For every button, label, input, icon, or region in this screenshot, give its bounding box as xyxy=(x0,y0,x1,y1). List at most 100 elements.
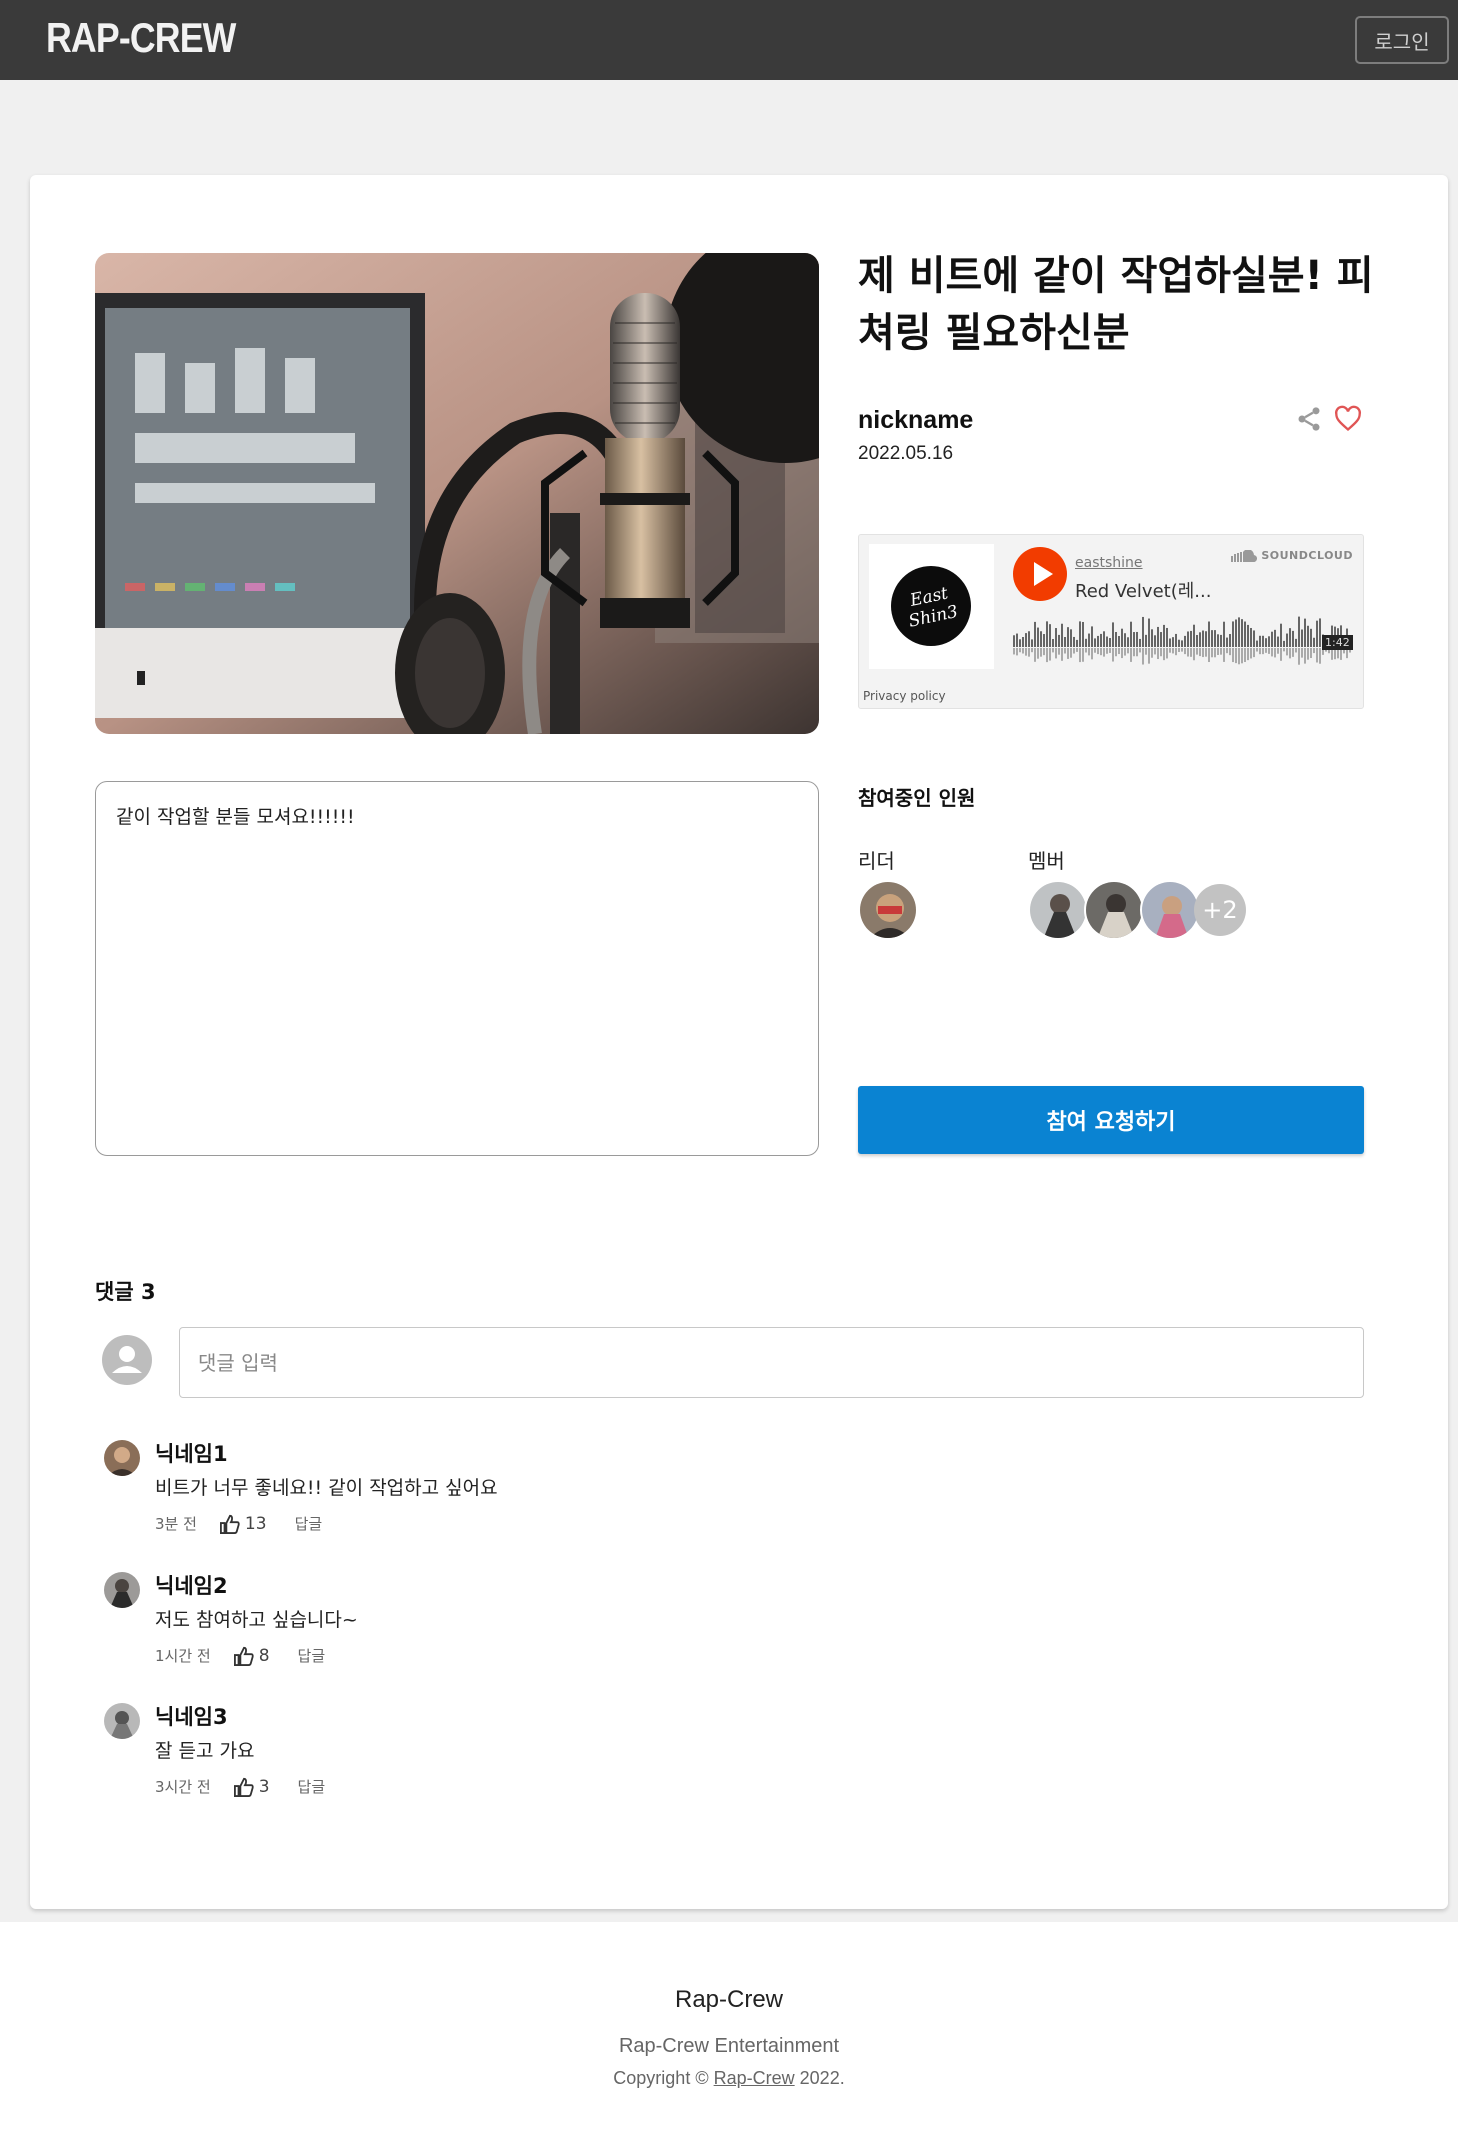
waveform-bar xyxy=(1022,637,1024,647)
reply-button[interactable]: 답글 xyxy=(298,1645,326,1666)
waveform-bar xyxy=(1070,629,1072,647)
like-count: 13 xyxy=(244,1513,267,1534)
waveform-bar xyxy=(1268,636,1270,647)
soundcloud-track-title[interactable]: Red Velvet(레... xyxy=(1075,577,1211,603)
waveform-bar xyxy=(1088,633,1090,647)
waveform-bar xyxy=(1298,616,1300,647)
footer-home-link[interactable]: Rap-Crew xyxy=(714,2068,795,2088)
waveform-bar xyxy=(1091,626,1093,647)
heart-icon[interactable] xyxy=(1334,405,1362,433)
waveform-bar xyxy=(1142,616,1144,647)
waveform-reflection-bar xyxy=(1016,648,1018,656)
footer: Rap-Crew Rap-Crew Entertainment Copyrigh… xyxy=(0,1922,1458,2143)
waveform-bar xyxy=(1073,636,1075,647)
like-button[interactable]: 8 xyxy=(233,1646,270,1666)
waveform-bar xyxy=(1139,638,1141,647)
leader-avatar[interactable] xyxy=(858,880,918,940)
privacy-policy-link[interactable]: Privacy policy xyxy=(863,689,946,703)
commenter-avatar[interactable] xyxy=(104,1572,140,1608)
waveform-bar xyxy=(1151,629,1153,647)
waveform-reflection-bar xyxy=(1103,648,1105,657)
waveform-reflection-bar xyxy=(1157,648,1159,660)
waveform-reflection-bar xyxy=(1082,648,1084,662)
waveform-reflection-bar xyxy=(1118,648,1120,655)
comments-title-label: 댓글 xyxy=(95,1280,134,1304)
waveform-bar xyxy=(1031,639,1033,647)
like-button[interactable]: 3 xyxy=(233,1777,270,1797)
extra-members-count[interactable]: +2 xyxy=(1194,884,1246,936)
waveform-bar xyxy=(1316,620,1318,647)
waveform-reflection-bar xyxy=(1268,648,1270,654)
join-request-button[interactable]: 참여 요청하기 xyxy=(858,1086,1364,1154)
waveform-reflection-bar xyxy=(1232,648,1234,663)
waveform-reflection-bar xyxy=(1067,648,1069,659)
waveform-bar xyxy=(1172,637,1174,647)
waveform-bar xyxy=(1295,638,1297,647)
play-button[interactable] xyxy=(1013,547,1067,601)
waveform-bar xyxy=(1037,627,1039,647)
waveform[interactable] xyxy=(1013,613,1353,673)
comment-input[interactable] xyxy=(179,1327,1364,1398)
waveform-bar xyxy=(1058,634,1060,647)
commenter-avatar[interactable] xyxy=(104,1703,140,1739)
waveform-bar xyxy=(1178,639,1180,647)
waveform-bar xyxy=(1145,634,1147,647)
waveform-bar xyxy=(1085,638,1087,647)
waveform-reflection-bar xyxy=(1280,648,1282,661)
commenter-name[interactable]: 닉네임1 xyxy=(155,1438,228,1468)
commenter-name[interactable]: 닉네임2 xyxy=(155,1570,228,1600)
waveform-reflection-bar xyxy=(1259,648,1261,655)
soundcloud-brand[interactable]: SOUNDCLOUD xyxy=(1231,549,1353,562)
waveform-reflection-bar xyxy=(1283,648,1285,652)
waveform-bar xyxy=(1208,621,1210,647)
track-duration: 1:42 xyxy=(1322,635,1353,650)
member-avatar[interactable] xyxy=(1140,880,1200,940)
waveform-reflection-bar xyxy=(1190,648,1192,657)
waveform-bar xyxy=(1214,630,1216,647)
waveform-bar xyxy=(1016,633,1018,647)
commenter-avatar[interactable] xyxy=(104,1440,140,1476)
waveform-reflection-bar xyxy=(1049,648,1051,661)
waveform-bar xyxy=(1250,627,1252,647)
waveform-bar xyxy=(1160,632,1162,647)
site-logo[interactable]: RAP-CREW xyxy=(46,14,236,62)
waveform-bar xyxy=(1079,621,1081,647)
waveform-bar xyxy=(1127,637,1129,647)
waveform-reflection-bar xyxy=(1214,648,1216,658)
waveform-reflection-bar xyxy=(1076,648,1078,652)
author-nickname[interactable]: nickname xyxy=(858,406,973,435)
waveform-reflection-bar xyxy=(1271,648,1273,657)
member-avatar[interactable] xyxy=(1028,880,1088,940)
waveform-bar xyxy=(1247,624,1249,647)
waveform-bar xyxy=(1274,629,1276,647)
commenter-name[interactable]: 닉네임3 xyxy=(155,1701,228,1731)
waveform-bar xyxy=(1067,627,1069,647)
waveform-bar xyxy=(1190,630,1192,647)
soundcloud-artwork: East Shin3 xyxy=(869,544,994,669)
waveform-reflection-bar xyxy=(1019,648,1021,653)
copyright-year: 2022. xyxy=(799,2068,845,2088)
waveform-reflection-bar xyxy=(1100,648,1102,656)
waveform-bar xyxy=(1055,628,1057,647)
login-button[interactable]: 로그인 xyxy=(1355,16,1449,64)
waveform-reflection-bar xyxy=(1064,648,1066,654)
reply-button[interactable]: 답글 xyxy=(295,1513,323,1534)
waveform-bar xyxy=(1271,631,1273,647)
share-icon[interactable] xyxy=(1295,405,1323,433)
member-avatar[interactable] xyxy=(1084,880,1144,940)
waveform-reflection-bar xyxy=(1289,648,1291,659)
waveform-bar xyxy=(1115,631,1117,647)
like-button[interactable]: 13 xyxy=(219,1514,267,1534)
comment-time: 3시간 전 xyxy=(155,1778,211,1796)
waveform-reflection-bar xyxy=(1124,648,1126,656)
waveform-reflection-bar xyxy=(1034,648,1036,662)
waveform-bar xyxy=(1307,625,1309,647)
soundcloud-artist[interactable]: eastshine xyxy=(1075,555,1143,571)
waveform-bar xyxy=(1217,634,1219,647)
waveform-reflection-bar xyxy=(1262,648,1264,655)
waveform-reflection-bar xyxy=(1055,648,1057,659)
soundcloud-player[interactable]: East Shin3 eastshine Red Velvet(레... SOU… xyxy=(858,534,1364,709)
members-title: 참여중인 인원 xyxy=(858,786,976,810)
reply-button[interactable]: 답글 xyxy=(298,1776,326,1797)
waveform-bar xyxy=(1097,635,1099,647)
